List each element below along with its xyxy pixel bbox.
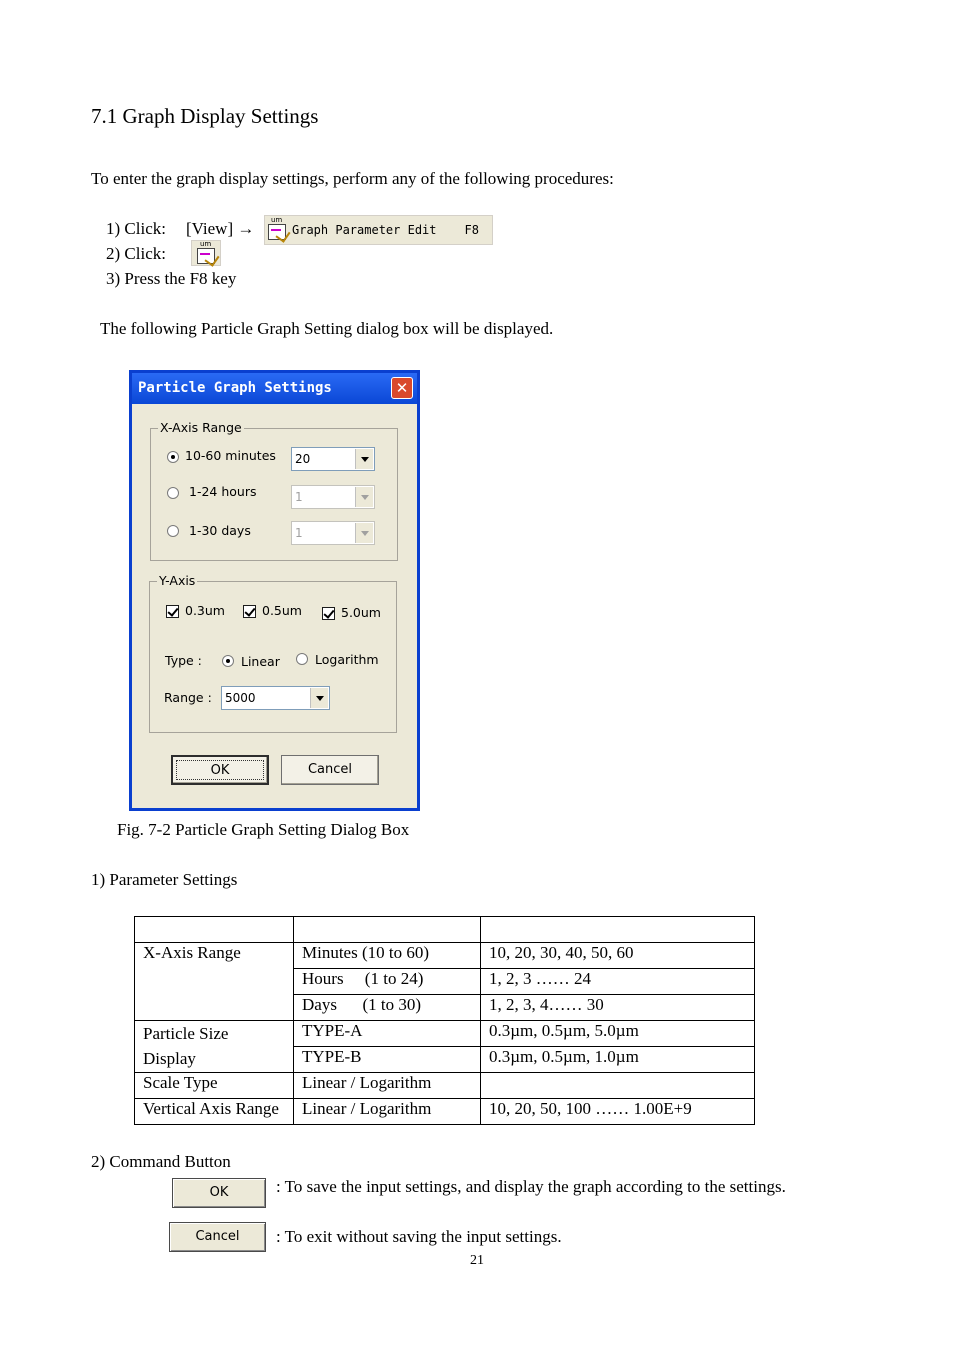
cancel-sample-label: Cancel (195, 1229, 240, 1244)
x-axis-group-label: X-Axis Range (158, 420, 244, 435)
ok-button[interactable]: OK (171, 755, 269, 785)
checkbox-0-5um[interactable] (243, 605, 256, 618)
cancel-button[interactable]: Cancel (281, 755, 379, 785)
dialog-intro: The following Particle Graph Setting dia… (100, 319, 554, 338)
graph-parameter-edit-menu-item[interactable]: um Graph Parameter Edit F8 (264, 215, 493, 245)
table-row: Vertical Axis Range Linear / Logarithm 1… (134, 1098, 755, 1125)
step1-menu: [View] → (186, 219, 255, 238)
figure-caption: Fig. 7-2 Particle Graph Setting Dialog B… (117, 820, 410, 839)
chevron-down-icon[interactable] (355, 487, 373, 507)
ok-sample-label: OK (209, 1185, 229, 1200)
range-select-value: 5000 (225, 691, 256, 705)
radio-10-60-minutes[interactable] (167, 451, 179, 463)
table-cell: 0.3µm, 0.5µm, 1.0µm (480, 1046, 755, 1073)
radio-1-24-hours[interactable] (167, 487, 179, 499)
ok-description: : To save the input settings, and displa… (276, 1177, 786, 1196)
radio-1-30-days[interactable] (167, 525, 179, 537)
hours-select[interactable]: 1 (291, 485, 375, 509)
radio-label-days: 1-30 days (189, 523, 251, 538)
ok-button-sample[interactable]: OK (172, 1178, 266, 1208)
type-label: Type : (165, 653, 202, 668)
table-cell: 0.3µm, 0.5µm, 5.0µm (480, 1020, 755, 1047)
graph-parameter-icon: um (268, 216, 291, 243)
y-axis-group: Y-Axis 0.3um 0.5um 5.0um Type : Linear L… (149, 573, 397, 733)
table-cell: X-Axis Range (134, 942, 294, 1021)
table-cell: 10, 20, 50, 100 …… 1.00E+9 (480, 1098, 755, 1125)
section-title: 7.1 Graph Display Settings (91, 104, 319, 128)
x-axis-range-group: X-Axis Range 10-60 minutes 20 1-24 hours… (150, 420, 398, 561)
chevron-down-icon[interactable] (355, 523, 373, 543)
radio-linear[interactable] (222, 655, 234, 667)
step3-text: 3) Press the F8 key (106, 269, 237, 288)
table-header-cell (293, 916, 481, 943)
range-select[interactable]: 5000 (221, 686, 330, 710)
table-cell: Days (1 to 30) (293, 994, 481, 1021)
table-row: X-Axis Range Minutes (10 to 60) 10, 20, … (134, 942, 755, 1021)
table-header-cell (480, 916, 755, 943)
parameter-table: X-Axis Range Minutes (10 to 60) 10, 20, … (134, 916, 755, 1125)
table-cell: Linear / Logarithm (293, 1072, 481, 1099)
step2-label: 2) Click: (106, 244, 166, 263)
cancel-description: : To exit without saving the input setti… (276, 1227, 562, 1246)
table-cell (480, 1072, 755, 1099)
table-header-cell (134, 916, 294, 943)
radio-label-linear: Linear (241, 654, 280, 669)
table-cell: Particle Size Display (134, 1020, 294, 1073)
radio-label-hours: 1-24 hours (189, 484, 257, 499)
menu-item-shortcut: F8 (464, 223, 479, 237)
minutes-select[interactable]: 20 (291, 447, 375, 471)
table-row: Scale Type Linear / Logarithm (134, 1072, 755, 1099)
step1-label: 1) Click: (106, 219, 166, 238)
command-button-heading: 2) Command Button (91, 1152, 231, 1171)
checkbox-label-0-5um: 0.5um (262, 603, 302, 618)
cancel-button-label: Cancel (307, 762, 353, 777)
toolbar-graph-button[interactable]: um (191, 240, 221, 267)
dialog-title: Particle Graph Settings (138, 380, 332, 396)
radio-label-minutes: 10-60 minutes (185, 448, 276, 463)
radio-logarithm[interactable] (296, 653, 308, 665)
days-select[interactable]: 1 (291, 521, 375, 545)
table-cell: 10, 20, 30, 40, 50, 60 (480, 942, 755, 969)
table-header-row (134, 916, 755, 943)
table-cell: Vertical Axis Range (134, 1098, 294, 1125)
close-icon[interactable]: ✕ (391, 377, 413, 399)
table-cell: Minutes (10 to 60) (293, 942, 481, 969)
parameter-settings-heading: 1) Parameter Settings (91, 870, 238, 889)
checkbox-label-5-0um: 5.0um (341, 605, 381, 620)
table-row: Particle Size Display TYPE-A 0.3µm, 0.5µ… (134, 1020, 755, 1073)
table-cell: Scale Type (134, 1072, 294, 1099)
dialog-titlebar: Particle Graph Settings ✕ (132, 373, 417, 404)
minutes-select-value: 20 (295, 452, 311, 466)
chevron-down-icon[interactable] (310, 688, 328, 708)
intro-text: To enter the graph display settings, per… (91, 169, 614, 188)
table-cell: TYPE-B (293, 1046, 481, 1073)
checkbox-0-3um[interactable] (166, 605, 179, 618)
y-axis-group-label: Y-Axis (157, 573, 198, 588)
table-cell-line: Display (143, 1049, 196, 1068)
checkbox-5-0um[interactable] (322, 607, 335, 620)
menu-item-label: Graph Parameter Edit (292, 223, 437, 237)
days-select-value: 1 (295, 526, 303, 540)
table-cell: Linear / Logarithm (293, 1098, 481, 1125)
table-cell: 1, 2, 3 …… 24 (480, 968, 755, 995)
table-cell: 1, 2, 3, 4…… 30 (480, 994, 755, 1021)
graph-parameter-icon: um (197, 240, 220, 267)
table-cell: Hours (1 to 24) (293, 968, 481, 995)
cancel-button-sample[interactable]: Cancel (169, 1222, 266, 1252)
hours-select-value: 1 (295, 490, 303, 504)
table-cell-line: Particle Size (143, 1024, 229, 1043)
chevron-down-icon[interactable] (355, 449, 373, 469)
particle-graph-settings-dialog: Particle Graph Settings ✕ X-Axis Range 1… (129, 370, 420, 811)
table-cell: TYPE-A (293, 1020, 481, 1047)
checkbox-label-0-3um: 0.3um (185, 603, 225, 618)
range-label: Range : (164, 690, 212, 705)
radio-label-logarithm: Logarithm (315, 652, 379, 667)
page-number: 21 (470, 1253, 484, 1268)
